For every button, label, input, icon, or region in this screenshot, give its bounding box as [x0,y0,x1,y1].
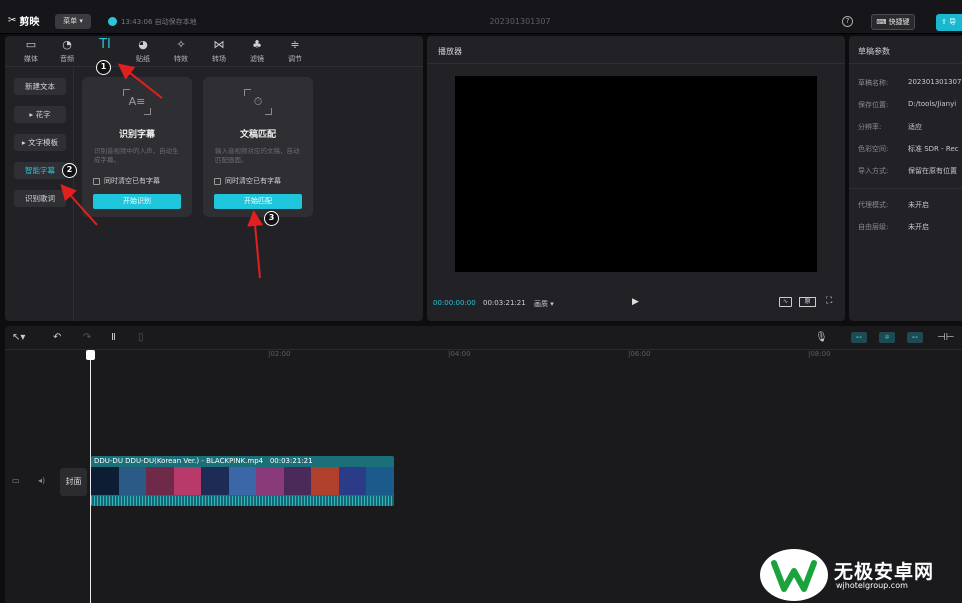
annotation-arrow-3 [247,210,264,279]
watermark-title: 无极安卓网 [834,561,935,583]
annotation-overlay [60,63,264,279]
annotation-badge-3: 3 [264,211,279,226]
annotation-badge-2: 2 [62,163,77,178]
annotation-arrow-2 [60,184,98,226]
annotation-badge-1: 1 [96,60,111,75]
annotation-arrow-1 [117,63,163,99]
watermark-url: wjhotelgroup.com [836,581,908,590]
watermark: 无极安卓网 wjhotelgroup.com [760,545,960,603]
watermark-logo-icon [760,549,828,601]
